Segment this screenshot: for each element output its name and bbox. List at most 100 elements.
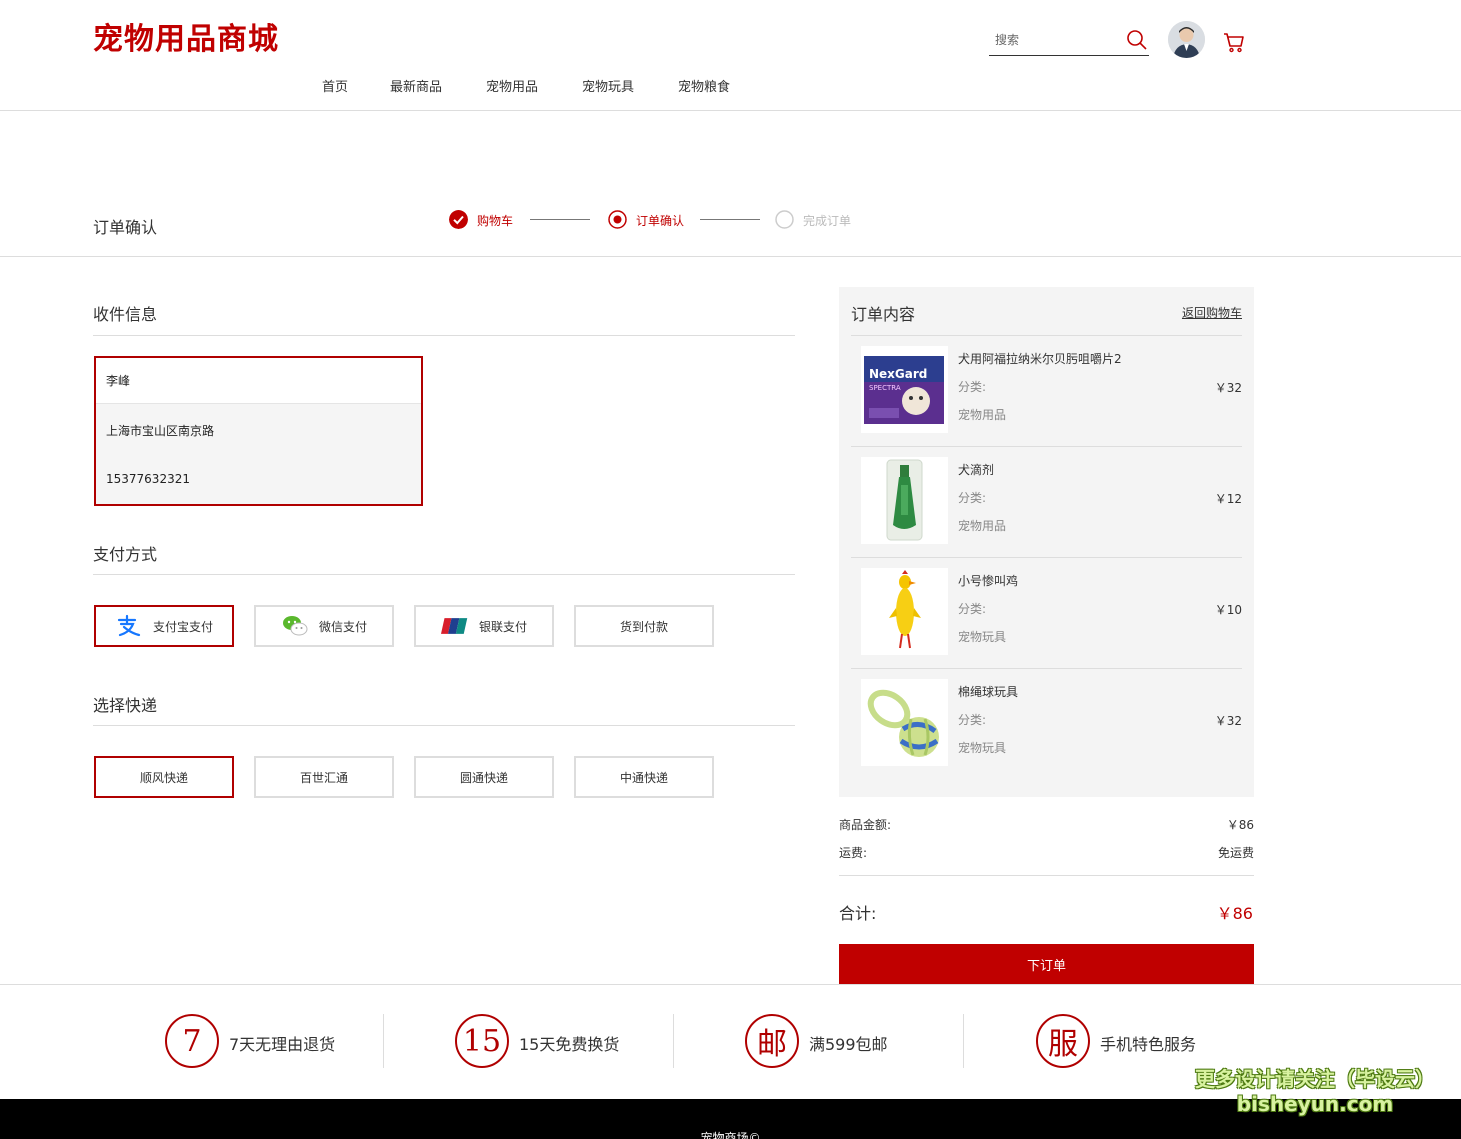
service-badge: 邮: [745, 1014, 799, 1068]
order-summary: 订单内容 返回购物车 NexGard SPECTRA 犬用阿福拉纳米尔贝肟咀嚼片…: [839, 287, 1254, 797]
product-price: ￥12: [1214, 492, 1242, 506]
svg-text:NexGard: NexGard: [869, 367, 927, 381]
search-box: [989, 26, 1149, 56]
shipping-fee-label: 运费:: [839, 846, 868, 860]
pay-option-label: 银联支付: [478, 619, 527, 634]
product-image: NexGard SPECTRA: [861, 346, 948, 433]
product-image: [861, 679, 948, 766]
express-option-label: 圆通快递: [459, 770, 508, 785]
product-name: 棉绳球玩具: [958, 685, 1019, 699]
search-input[interactable]: [995, 33, 1115, 47]
total-label: 合计:: [839, 904, 877, 923]
recipient-address: 上海市宝山区南京路: [106, 424, 215, 438]
recipient-name: 李峰: [96, 358, 421, 404]
service-separator: [383, 1014, 384, 1068]
radio-active-icon: [608, 210, 627, 229]
unionpay-icon: [440, 618, 468, 634]
place-order-button[interactable]: 下订单: [839, 944, 1254, 984]
pay-unionpay-button[interactable]: 银联支付: [414, 605, 554, 647]
subtotal-row: 商品金额: ￥86: [839, 816, 1254, 833]
service-badge: 15: [455, 1014, 509, 1068]
order-item[interactable]: 犬滴剂 分类: 宠物用品 ￥12: [851, 447, 1242, 557]
express-yto-button[interactable]: 圆通快递: [414, 756, 554, 798]
payment-title: 支付方式: [93, 545, 158, 564]
subtotal-label: 商品金额:: [839, 818, 892, 832]
product-name: 小号惨叫鸡: [958, 574, 1019, 588]
category-label: 分类:: [958, 713, 987, 727]
product-category: 宠物玩具: [958, 630, 1007, 644]
pay-cod-button[interactable]: 货到付款: [574, 605, 714, 647]
page-title: 订单确认: [93, 218, 158, 237]
alipay-icon: [117, 614, 141, 637]
category-label: 分类:: [958, 602, 987, 616]
back-to-cart-link[interactable]: 返回购物车: [1182, 304, 1242, 321]
express-option-label: 中通快递: [619, 770, 668, 785]
service-text: 15天免费换货: [519, 1035, 620, 1054]
recipient-phone: 15377632321: [106, 472, 190, 486]
service-text: 7天无理由退货: [229, 1035, 336, 1054]
subtotal-value: ￥86: [1226, 818, 1254, 832]
step-connector: [530, 219, 590, 220]
step-label: 完成订单: [803, 214, 852, 228]
product-price: ￥32: [1214, 381, 1242, 395]
service-text: 满599包邮: [809, 1035, 888, 1054]
product-category: 宠物用品: [958, 519, 1007, 533]
express-option-label: 顺风快递: [139, 770, 188, 785]
product-category: 宠物玩具: [958, 741, 1007, 755]
svg-text:SPECTRA: SPECTRA: [869, 384, 901, 392]
order-title: 订单内容: [851, 305, 916, 324]
step-connector: [700, 219, 760, 220]
express-sf-button[interactable]: 顺风快递: [94, 756, 234, 798]
section-divider: [93, 725, 795, 726]
express-option-label: 百世汇通: [299, 770, 348, 785]
product-price: ￥32: [1214, 714, 1242, 728]
express-best-button[interactable]: 百世汇通: [254, 756, 394, 798]
product-price: ￥10: [1214, 603, 1242, 617]
copyright-text: 宠物商场©: [700, 1131, 761, 1139]
order-item[interactable]: 棉绳球玩具 分类: 宠物玩具 ￥32: [851, 669, 1242, 779]
pay-option-label: 货到付款: [619, 619, 668, 634]
section-divider: [93, 335, 795, 336]
search-icon[interactable]: [1125, 28, 1149, 52]
order-item[interactable]: NexGard SPECTRA 犬用阿福拉纳米尔贝肟咀嚼片2 分类: 宠物用品 …: [851, 336, 1242, 446]
pay-wechat-button[interactable]: 微信支付: [254, 605, 394, 647]
product-image: [861, 457, 948, 544]
express-zto-button[interactable]: 中通快递: [574, 756, 714, 798]
order-item[interactable]: 小号惨叫鸡 分类: 宠物玩具 ￥10: [851, 558, 1242, 668]
section-divider: [93, 574, 795, 575]
pay-option-label: 微信支付: [318, 619, 367, 634]
avatar-image: [1168, 21, 1205, 58]
product-name: 犬滴剂: [958, 463, 995, 477]
pay-alipay-button[interactable]: 支付宝支付: [94, 605, 234, 647]
header-divider: [0, 110, 1461, 111]
step-label: 购物车: [477, 214, 514, 228]
watermark-line2: bisheyun.com: [1236, 1092, 1394, 1116]
address-card[interactable]: 李峰 上海市宝山区南京路 15377632321: [94, 356, 423, 506]
service-separator: [963, 1014, 964, 1068]
category-label: 分类:: [958, 380, 987, 394]
service-badge: 7: [165, 1014, 219, 1068]
site-logo[interactable]: 宠物用品商城: [93, 14, 279, 58]
wechat-icon: [282, 616, 308, 636]
step-label: 订单确认: [636, 214, 685, 228]
nav-item-home[interactable]: 首页: [322, 76, 348, 95]
service-separator: [673, 1014, 674, 1068]
watermark-line1: 更多设计请关注（毕设云）: [1195, 1067, 1435, 1091]
category-label: 分类:: [958, 491, 987, 505]
express-title: 选择快递: [93, 696, 158, 715]
watermark: 更多设计请关注（毕设云） bisheyun.com: [1180, 1063, 1450, 1116]
shipping-info-title: 收件信息: [93, 305, 158, 324]
nav-item-new[interactable]: 最新商品: [390, 76, 442, 95]
user-avatar[interactable]: [1168, 21, 1205, 58]
address-details: 上海市宝山区南京路 15377632321: [96, 404, 421, 504]
checkout-page: 宠物用品商城 首页 最新商品 宠物用品 宠物玩具 宠物粮食 订单确认: [0, 0, 1461, 1139]
nav-item-toys[interactable]: 宠物玩具: [582, 76, 634, 95]
nav-item-food[interactable]: 宠物粮食: [678, 76, 730, 95]
check-circle-icon: [449, 210, 468, 229]
total-divider: [839, 875, 1254, 876]
main-nav: 首页 最新商品 宠物用品 宠物玩具 宠物粮食: [0, 76, 1461, 96]
product-name: 犬用阿福拉纳米尔贝肟咀嚼片2: [958, 352, 1122, 366]
radio-inactive-icon: [775, 210, 794, 229]
nav-item-supplies[interactable]: 宠物用品: [486, 76, 538, 95]
cart-icon[interactable]: [1222, 30, 1246, 54]
